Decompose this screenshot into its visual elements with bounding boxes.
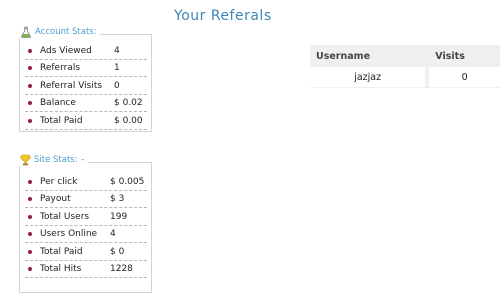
bullet — [28, 118, 32, 123]
site-stats-legend: Site Stats: – — [18, 154, 88, 166]
stat-value: $ 0 — [110, 246, 125, 257]
site-stats-panel: Site Stats: – Per click $ 0.005 Payout $… — [18, 154, 152, 293]
stat-value: 199 — [110, 211, 128, 222]
stat-label: Total Users — [40, 211, 90, 222]
stat-row-users-online: Users Online 4 — [25, 227, 147, 243]
page-title: Your Referals — [174, 8, 272, 24]
account-stats-panel: Account Stats: Ads Viewed 4 Referrals 1 … — [18, 26, 152, 132]
account-stats-title: Account Stats: — [35, 27, 97, 37]
stat-row-total-users: Total Users 199 — [25, 209, 147, 226]
bullet — [28, 214, 32, 219]
table-row: jazjaz 0 — [310, 67, 500, 88]
site-stats-list: Per click $ 0.005 Payout $ 3 Total Users… — [25, 174, 147, 279]
bullet — [28, 267, 32, 272]
legend-dash: – — [80, 155, 85, 165]
stat-value: 1228 — [110, 264, 133, 275]
stat-row-referral-visits: Referral Visits 0 — [25, 78, 147, 95]
stat-label: Referral Visits — [40, 80, 103, 91]
cell-username: jazjaz — [310, 67, 430, 88]
bullet — [28, 249, 32, 254]
stat-value: $ 0.02 — [114, 98, 143, 109]
stat-label: Ads Viewed — [40, 45, 92, 56]
bullet — [28, 179, 32, 184]
stat-label: Total Hits — [40, 264, 82, 275]
stat-row-referrals: Referrals 1 — [25, 61, 147, 77]
stat-row-balance: Balance $ 0.02 — [25, 96, 147, 112]
flask-icon — [20, 26, 32, 38]
site-stats-title: Site Stats: — [34, 155, 78, 165]
stat-row-total-hits: Total Hits 1228 — [25, 262, 147, 278]
trophy-icon — [20, 154, 31, 166]
stat-label: Referrals — [40, 63, 81, 74]
bullet — [28, 48, 32, 53]
stat-value: 4 — [114, 45, 120, 56]
stat-label: Users Online — [40, 229, 98, 240]
cell-visits: 0 — [429, 67, 500, 88]
account-stats-list: Ads Viewed 4 Referrals 1 Referral Visits… — [25, 43, 147, 131]
stat-row-payout: Payout $ 3 — [25, 192, 147, 208]
stat-label: Total Paid — [40, 246, 83, 257]
referrals-table: Username Visits jazjaz 0 — [310, 45, 500, 88]
stat-value: $ 0.00 — [114, 115, 143, 126]
stat-label: Payout — [40, 194, 71, 205]
stat-label: Total Paid — [40, 115, 83, 126]
stat-row-total-paid: Total Paid $ 0.00 — [25, 113, 147, 130]
stat-label: Balance — [40, 98, 76, 109]
stat-value: 4 — [110, 229, 116, 240]
column-header-visits: Visits — [429, 45, 500, 67]
stat-value: 0 — [114, 80, 120, 91]
stat-row-ads-viewed: Ads Viewed 4 — [25, 43, 147, 60]
stat-value: $ 0.005 — [110, 176, 145, 187]
bullet — [28, 66, 32, 71]
account-stats-legend: Account Stats: — [18, 26, 100, 38]
stat-value: $ 3 — [110, 194, 125, 205]
bullet — [28, 101, 32, 106]
column-header-username: Username — [310, 45, 430, 67]
bullet — [28, 83, 32, 88]
bullet — [28, 232, 32, 237]
stat-value: 1 — [114, 63, 120, 74]
stat-label: Per click — [40, 176, 78, 187]
bullet — [28, 197, 32, 202]
stat-row-per-click: Per click $ 0.005 — [25, 174, 147, 191]
table-header-row: Username Visits — [310, 45, 500, 67]
stat-row-total-paid: Total Paid $ 0 — [25, 244, 147, 261]
